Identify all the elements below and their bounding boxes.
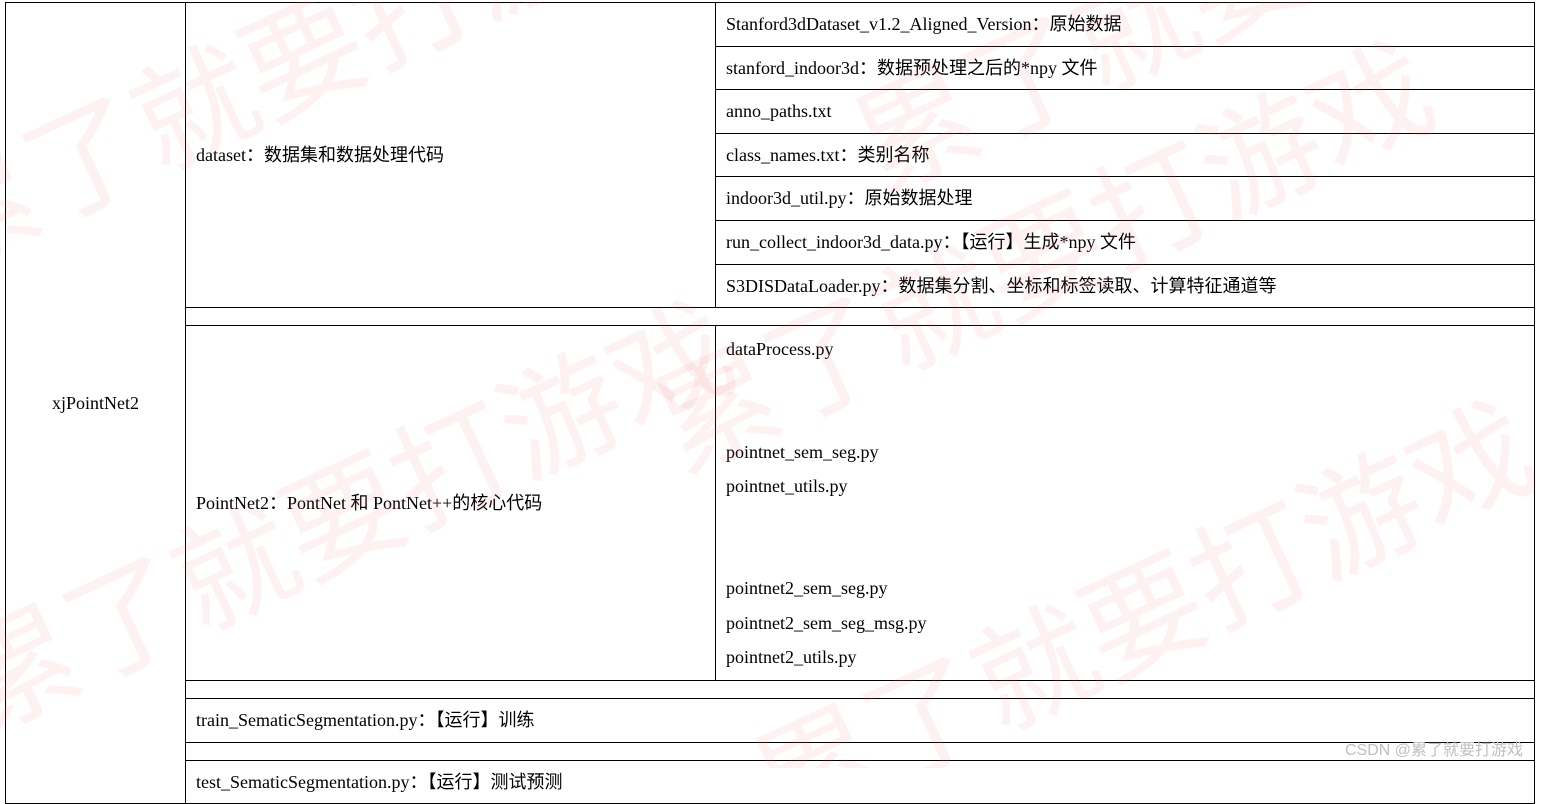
pointnet2-content-cell: dataProcess.pypointnet_sem_seg.pypointne… bbox=[716, 326, 1535, 681]
spacer-row bbox=[186, 681, 1535, 699]
dataset-item-6: S3DISDataLoader.py：数据集分割、坐标和标签读取、计算特征通道等 bbox=[716, 264, 1535, 308]
dataset-item-0: Stanford3dDataset_v1.2_Aligned_Version：原… bbox=[716, 3, 1535, 47]
project-name-cell: xjPointNet2 bbox=[6, 3, 186, 804]
dataset-label-cell: dataset：数据集和数据处理代码 bbox=[186, 3, 716, 308]
dataset-item-2: anno_paths.txt bbox=[716, 90, 1535, 134]
spacer-row bbox=[186, 308, 1535, 326]
dataset-item-1: stanford_indoor3d：数据预处理之后的*npy 文件 bbox=[716, 46, 1535, 90]
dataset-item-3: class_names.txt：类别名称 bbox=[716, 133, 1535, 177]
pointnet2-label-cell: PointNet2：PontNet 和 PontNet++的核心代码 bbox=[186, 326, 716, 681]
dataset-item-4: indoor3d_util.py：原始数据处理 bbox=[716, 177, 1535, 221]
footer-credit: CSDN @累了就要打游戏 bbox=[1345, 736, 1523, 760]
spacer-row bbox=[186, 742, 1535, 760]
project-structure-table: xjPointNet2 dataset：数据集和数据处理代码 Stanford3… bbox=[5, 2, 1535, 804]
test-row: test_SematicSegmentation.py：【运行】测试预测 bbox=[186, 760, 1535, 804]
train-row: train_SematicSegmentation.py：【运行】训练 bbox=[186, 699, 1535, 743]
dataset-item-5: run_collect_indoor3d_data.py：【运行】生成*npy … bbox=[716, 220, 1535, 264]
